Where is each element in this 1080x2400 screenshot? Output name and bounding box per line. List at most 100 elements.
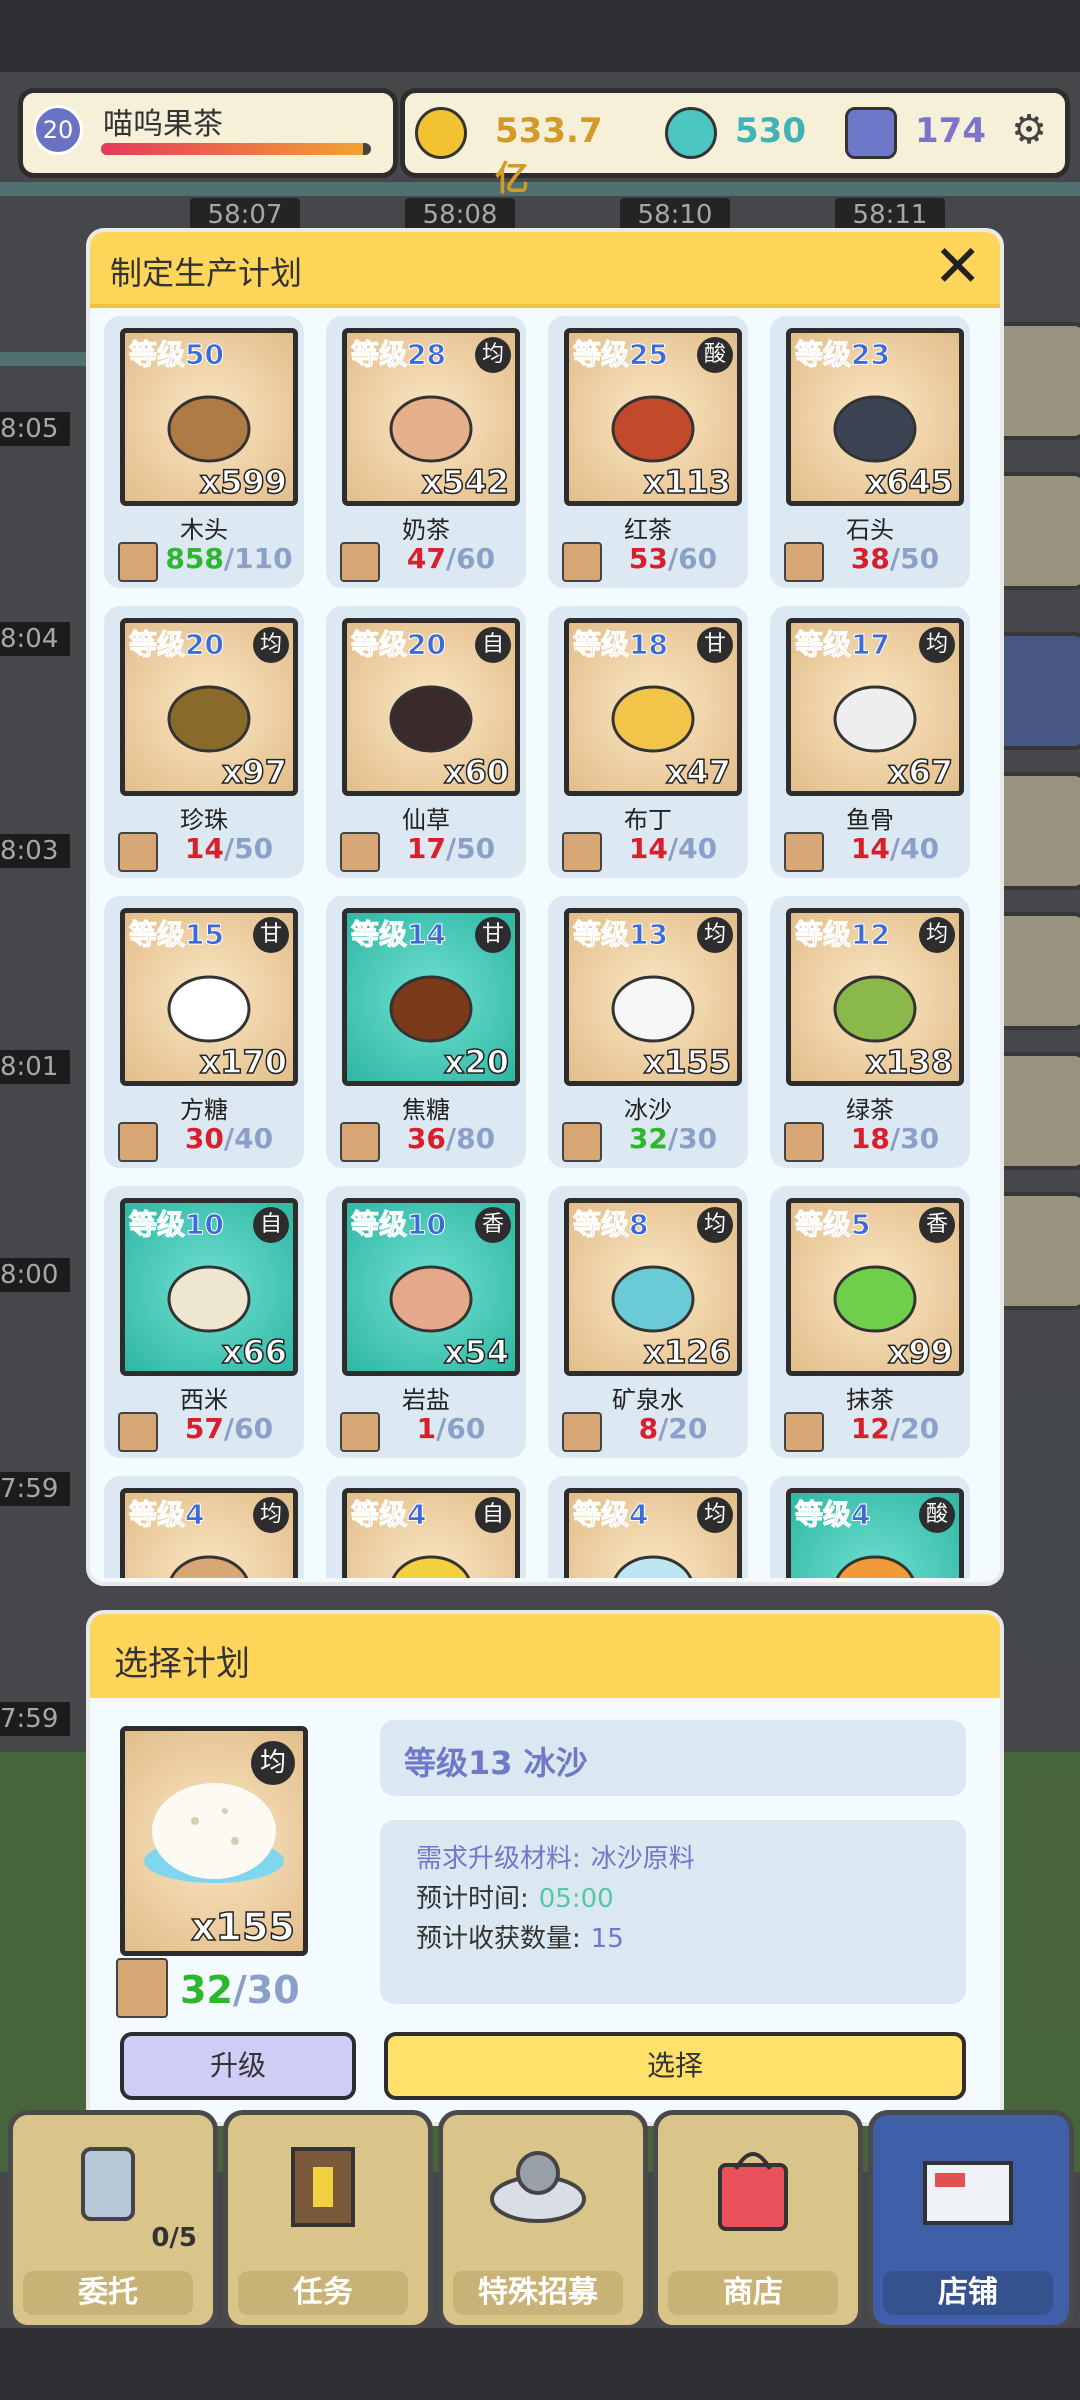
have-count: 18 — [850, 1122, 890, 1155]
item-name: 岩盐 — [402, 1386, 450, 1414]
plan-item-card[interactable]: 等级10 自 x66 西米 57/60 — [104, 1186, 304, 1458]
nav-label: 任务 — [238, 2271, 408, 2315]
plan-item-card[interactable]: 等级4 自 — [326, 1476, 526, 1578]
item-flavor-tag: 酸 — [919, 1497, 955, 1533]
status-bar-top — [0, 0, 1080, 72]
plan-item-card[interactable]: 等级10 香 x54 岩盐 1/60 — [326, 1186, 526, 1458]
selected-info-box: 需求升级材料: 冰沙原料 预计时间: 05:00 预计收获数量: 15 — [380, 1820, 966, 2004]
selected-item-qty: x155 — [190, 1904, 295, 1950]
gear-icon[interactable]: ⚙ — [1011, 107, 1047, 153]
select-button[interactable]: 选择 — [384, 2032, 966, 2100]
plan-item-card[interactable]: 等级8 均 x126 矿泉水 8/20 — [548, 1186, 748, 1458]
commission-icon — [81, 2147, 135, 2221]
commission-count: 0/5 — [151, 2223, 197, 2253]
item-name: 仙草 — [402, 806, 450, 834]
material-icon — [562, 1412, 602, 1452]
item-image: 等级15 甘 x170 — [120, 908, 298, 1086]
plan-item-card[interactable]: 等级15 甘 x170 方糖 30/40 — [104, 896, 304, 1168]
material-icon — [116, 1958, 168, 2018]
gem-icon — [665, 107, 717, 159]
plan-item-card[interactable]: 等级13 均 x155 冰沙 32/30 — [548, 896, 748, 1168]
have-count: 17 — [406, 832, 446, 865]
plan-item-card[interactable]: 等级20 自 x60 仙草 17/50 — [326, 606, 526, 878]
item-icon — [389, 685, 473, 753]
nav-store[interactable]: 店铺 — [868, 2110, 1074, 2330]
plan-item-card[interactable]: 等级14 甘 x20 焦糖 36/80 — [326, 896, 526, 1168]
item-level: 等级10 — [129, 1208, 225, 1242]
item-image: 等级50 x599 — [120, 328, 298, 506]
plan-item-card[interactable]: 等级18 甘 x47 布丁 14/40 — [548, 606, 748, 878]
item-image: 等级28 均 x542 — [342, 328, 520, 506]
plan-item-card[interactable]: 等级4 均 — [548, 1476, 748, 1578]
close-icon[interactable]: ✕ — [933, 236, 982, 296]
item-level: 等级18 — [573, 628, 669, 662]
item-name: 鱼骨 — [846, 806, 894, 834]
item-level: 等级14 — [351, 918, 447, 952]
yield-row: 预计收获数量: 15 — [416, 1918, 624, 1955]
gold-coin-icon — [415, 107, 467, 159]
crystal-currency[interactable]: 174 — [845, 103, 986, 159]
item-level: 等级28 — [351, 338, 447, 372]
item-flavor-tag: 甘 — [697, 627, 733, 663]
material-count: 57/60 — [164, 1412, 294, 1445]
nav-shop[interactable]: 商店 — [653, 2110, 863, 2330]
plan-item-card[interactable]: 等级20 均 x97 珍珠 14/50 — [104, 606, 304, 878]
plan-item-card[interactable]: 等级17 均 x67 鱼骨 14/40 — [770, 606, 970, 878]
plan-item-card[interactable]: 等级25 酸 x113 红茶 53/60 — [548, 316, 748, 588]
plan-item-card[interactable]: 等级50 x599 木头 858/110 — [104, 316, 304, 588]
yield-val: 15 — [590, 1924, 624, 1954]
select-title: 选择计划 — [114, 1644, 250, 1684]
material-icon — [118, 542, 158, 582]
have-count: 36 — [406, 1122, 446, 1155]
gold-currency[interactable]: 533.7亿 — [415, 103, 635, 199]
nav-commission[interactable]: 0/5 委托 — [8, 2110, 218, 2330]
material-icon — [118, 832, 158, 872]
item-qty: x113 — [643, 462, 732, 501]
material-icon — [340, 1122, 380, 1162]
have-count: 8 — [638, 1412, 659, 1445]
item-image: 等级23 x645 — [786, 328, 964, 506]
gem-currency[interactable]: 530 — [665, 103, 825, 159]
need-count: /30 — [667, 1122, 718, 1155]
have-count: 53 — [628, 542, 668, 575]
material-count: 858/110 — [164, 542, 294, 575]
item-image: 等级20 均 x97 — [120, 618, 298, 796]
plan-item-card[interactable]: 等级23 x645 石头 38/50 — [770, 316, 970, 588]
hp-bar — [101, 143, 371, 155]
item-image: 等级18 甘 x47 — [564, 618, 742, 796]
upgrade-button[interactable]: 升级 — [120, 2032, 356, 2100]
item-icon — [833, 1265, 917, 1333]
item-qty: x99 — [887, 1332, 954, 1371]
item-name: 绿茶 — [846, 1096, 894, 1124]
material-icon — [784, 832, 824, 872]
plan-item-card[interactable]: 等级28 均 x542 奶茶 47/60 — [326, 316, 526, 588]
item-qty: x170 — [199, 1042, 288, 1081]
player-name: 喵呜果茶 — [103, 107, 223, 142]
plan-item-card[interactable]: 等级12 均 x138 绿茶 18/30 — [770, 896, 970, 1168]
material-count: 47/60 — [386, 542, 516, 575]
need-count: /40 — [223, 1122, 274, 1155]
item-flavor-tag: 甘 — [253, 917, 289, 953]
item-icon — [391, 1555, 471, 1578]
have-count: 14 — [850, 832, 890, 865]
item-flavor-tag: 均 — [919, 627, 955, 663]
nav-special-recruit[interactable]: 特殊招募 — [438, 2110, 648, 2330]
nav-task[interactable]: 任务 — [223, 2110, 433, 2330]
plan-item-card[interactable]: 等级5 香 x99 抹茶 12/20 — [770, 1186, 970, 1458]
player-panel[interactable]: 20 喵呜果茶 — [18, 88, 398, 178]
need-count: /60 — [223, 1412, 274, 1445]
item-qty: x54 — [443, 1332, 510, 1371]
have-count: 30 — [184, 1122, 224, 1155]
currency-panel: 533.7亿 530 174 ⚙ — [400, 88, 1070, 199]
item-level: 等级25 — [573, 338, 669, 372]
item-flavor-tag: 酸 — [697, 337, 733, 373]
material-count: 1/60 — [386, 1412, 516, 1445]
item-level: 等级5 — [794, 1208, 871, 1242]
selected-item-image: 均 x155 — [120, 1726, 308, 1956]
plan-item-card[interactable]: 等级4 酸 — [770, 1476, 970, 1578]
item-grid: 等级50 x599 木头 858/110 等级28 均 x542 奶茶 47/60 等级25 酸 x1… — [104, 316, 984, 1578]
plan-item-card[interactable]: 等级4 均 — [104, 1476, 304, 1578]
item-name: 红茶 — [624, 516, 672, 544]
need-count: /110 — [223, 542, 293, 575]
item-flavor-tag: 均 — [475, 337, 511, 373]
